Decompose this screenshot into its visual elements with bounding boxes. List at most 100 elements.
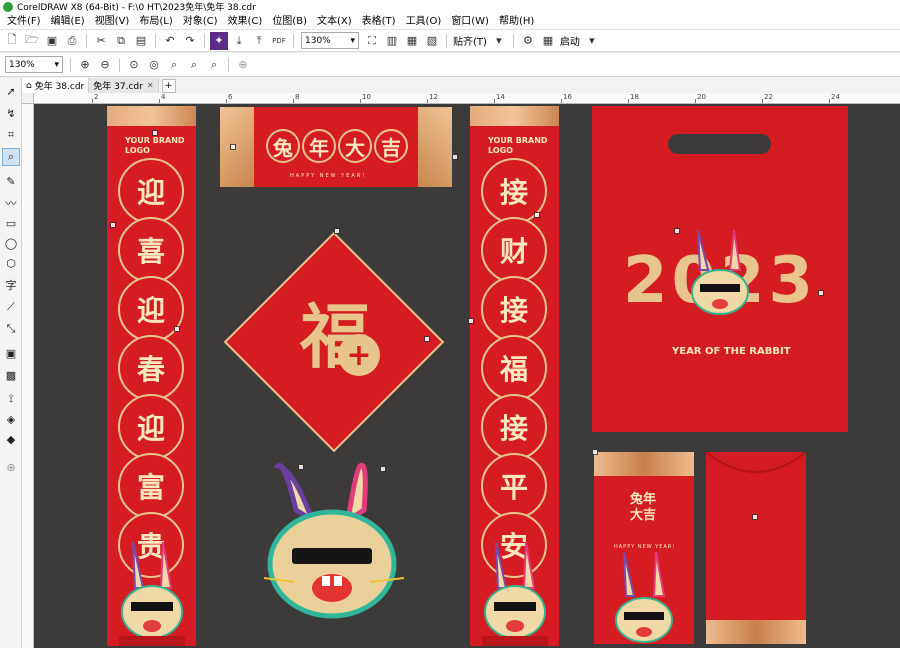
selection-node[interactable] [110, 222, 116, 228]
selection-node[interactable] [818, 290, 824, 296]
redo-icon[interactable]: ↷ [181, 32, 199, 50]
selection-node[interactable] [230, 144, 236, 150]
menu-window[interactable]: 窗口(W) [446, 13, 494, 30]
zoom-out-icon[interactable]: ⊖ [96, 56, 114, 74]
greeting-card-design[interactable]: 兔年 大吉 HAPPY NEW YEAR! [594, 452, 694, 644]
zoom-to-page-width-icon[interactable]: ⌕ [185, 56, 203, 74]
menu-layout[interactable]: 布局(L) [134, 13, 177, 30]
undo-icon[interactable]: ↶ [161, 32, 179, 50]
cut-icon[interactable]: ✂ [92, 32, 110, 50]
zoom-to-selected-icon[interactable]: ⊙ [125, 56, 143, 74]
paste-icon[interactable]: ▤ [132, 32, 150, 50]
horizontal-scroll-banner[interactable]: 兔 年 大 吉 HAPPY NEW YEAR! [220, 107, 452, 187]
menu-file[interactable]: 文件(F) [2, 13, 46, 30]
large-rabbit-illustration[interactable] [264, 460, 404, 620]
selection-node[interactable] [298, 464, 304, 470]
full-screen-icon[interactable]: ⛶ [363, 32, 381, 50]
print-icon[interactable]: ⎙ [63, 32, 81, 50]
drawing-canvas[interactable]: YOUR BRAND LOGO 迎 喜 迎 春 迎 富 贵 兔 年 大 吉 HA… [34, 104, 900, 648]
red-envelope-design[interactable] [706, 452, 806, 644]
interactive-fill-tool-icon[interactable]: ◈ [2, 410, 20, 428]
menu-tools[interactable]: 工具(O) [401, 13, 447, 30]
menu-effects[interactable]: 效果(C) [223, 13, 268, 30]
gift-bag-design[interactable]: 2023 YEAR OF THE RABBIT [592, 106, 848, 432]
menu-help[interactable]: 帮助(H) [494, 13, 539, 30]
ruler-label: 8 [295, 93, 300, 101]
couplet-character: 迎 [118, 276, 184, 342]
selection-node[interactable] [674, 228, 680, 234]
drop-shadow-tool-icon[interactable]: ▣ [2, 344, 20, 362]
new-tab-button[interactable]: + [161, 79, 176, 93]
show-rulers-icon[interactable]: ▥ [383, 32, 401, 50]
selection-node[interactable] [468, 318, 474, 324]
selection-node[interactable] [152, 130, 158, 136]
eyedropper-tool-icon[interactable]: ⟟ [2, 390, 20, 408]
menu-object[interactable]: 对象(C) [178, 13, 223, 30]
selection-node[interactable] [452, 154, 458, 160]
zoom-level-select[interactable]: 130% ▾ [301, 32, 359, 49]
vertical-ruler[interactable] [22, 104, 34, 648]
copy-icon[interactable]: ⧉ [112, 32, 130, 50]
zoom-to-page-height-icon[interactable]: ⌕ [205, 56, 223, 74]
add-icon[interactable]: ⊕ [234, 56, 252, 74]
parallel-dimension-tool-icon[interactable]: ⟋ [2, 298, 20, 316]
selection-node[interactable] [334, 228, 340, 234]
selection-node[interactable] [592, 449, 598, 455]
options-gear-icon[interactable]: ⚙ [519, 32, 537, 50]
save-icon[interactable]: ▣ [43, 32, 61, 50]
selection-node[interactable] [380, 466, 386, 472]
couplet-character: 接 [481, 276, 547, 342]
zoom-tool-icon[interactable]: ⌕ [2, 148, 20, 166]
text-tool-icon[interactable]: 字 [2, 276, 20, 294]
rectangle-tool-icon[interactable]: ▭ [2, 214, 20, 232]
chevron-down-icon[interactable]: ▾ [490, 32, 508, 50]
import-icon[interactable]: ⤓ [230, 32, 248, 50]
show-grid-icon[interactable]: ▦ [403, 32, 421, 50]
export-pdf-icon[interactable]: PDF [270, 32, 288, 50]
menu-text[interactable]: 文本(X) [312, 13, 357, 30]
application-launcher-icon[interactable]: ▦ [539, 32, 557, 50]
ruler-origin[interactable] [22, 93, 34, 104]
connector-tool-icon[interactable]: ⤡ [2, 320, 20, 338]
selection-node[interactable] [174, 326, 180, 332]
zoom-to-page-icon[interactable]: ⌕ [165, 56, 183, 74]
plus-medallion-icon: + [338, 334, 380, 376]
new-document-icon[interactable]: 🗋 [3, 32, 21, 50]
shape-tool-icon[interactable]: ↯ [2, 104, 20, 122]
rabbit-illustration [482, 542, 548, 646]
zoom-levels-select[interactable]: 130% ▾ [5, 56, 63, 73]
artistic-media-tool-icon[interactable]: 〰 [2, 194, 20, 212]
zoom-to-all-objects-icon[interactable]: ◎ [145, 56, 163, 74]
right-couplet-banner[interactable]: YOUR BRAND LOGO 接 财 接 福 接 平 安 [470, 106, 559, 646]
left-couplet-banner[interactable]: YOUR BRAND LOGO 迎 喜 迎 春 迎 富 贵 [107, 106, 196, 646]
close-icon[interactable]: ✕ [147, 81, 154, 90]
pick-tool-icon[interactable]: ➚ [2, 82, 20, 100]
transparency-tool-icon[interactable]: ▩ [2, 366, 20, 384]
horizontal-ruler[interactable]: 2 4 6 8 10 12 14 16 18 20 22 24 [34, 93, 900, 104]
polygon-tool-icon[interactable]: ⬡ [2, 254, 20, 272]
ellipse-tool-icon[interactable]: ◯ [2, 234, 20, 252]
selection-node[interactable] [534, 212, 540, 218]
launch-button[interactable]: 启动 [560, 33, 580, 48]
export-icon[interactable]: ⤒ [250, 32, 268, 50]
open-folder-icon[interactable]: 🗁 [23, 32, 41, 50]
menu-edit[interactable]: 编辑(E) [46, 13, 90, 30]
gold-pattern-strip [594, 452, 694, 476]
zoom-in-icon[interactable]: ⊕ [76, 56, 94, 74]
crop-tool-icon[interactable]: ⌗ [2, 126, 20, 144]
show-guidelines-icon[interactable]: ▧ [423, 32, 441, 50]
menu-view[interactable]: 视图(V) [90, 13, 135, 30]
ruler-label: 20 [697, 93, 706, 101]
freehand-tool-icon[interactable]: ✎ [2, 172, 20, 190]
menu-bitmaps[interactable]: 位图(B) [267, 13, 312, 30]
selection-node[interactable] [424, 336, 430, 342]
add-tool-icon[interactable]: ⊕ [2, 458, 20, 476]
selection-node[interactable] [752, 514, 758, 520]
tab-document-37[interactable]: 免年 37.cdr ✕ [89, 78, 159, 93]
tab-document-38[interactable]: ⌂ 免年 38.cdr [22, 78, 90, 93]
search-content-icon[interactable]: ✦ [210, 31, 228, 50]
chevron-down-icon[interactable]: ▾ [583, 32, 601, 50]
snap-to-button[interactable]: 贴齐(T) [453, 33, 487, 48]
menu-table[interactable]: 表格(T) [357, 13, 401, 30]
smart-fill-tool-icon[interactable]: ◆ [2, 430, 20, 448]
